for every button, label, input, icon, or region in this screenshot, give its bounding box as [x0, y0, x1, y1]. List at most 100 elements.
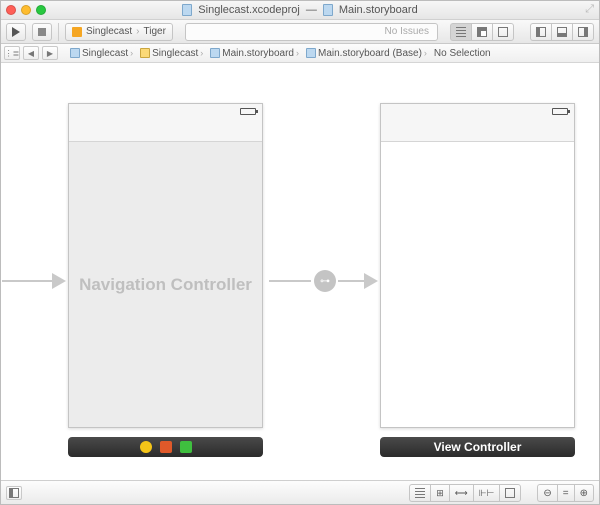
window-titlebar: Singlecast.xcodeproj — Main.storyboard ⤢ [0, 0, 600, 20]
chevron-right-icon: › [200, 48, 203, 58]
breadcrumb-file[interactable]: Main.storyboard› [208, 48, 301, 59]
zoom-actual-icon: = [563, 488, 569, 499]
toggle-utilities-button[interactable] [572, 23, 594, 41]
storyboard-canvas[interactable]: Navigation Controller ⊶ View Controller [0, 63, 600, 460]
breadcrumb-project[interactable]: Singlecast› [68, 48, 135, 59]
scheme-selector[interactable]: Singlecast › Tiger [65, 23, 173, 41]
window-title: Singlecast.xcodeproj — Main.storyboard [0, 4, 600, 16]
embed-icon [505, 488, 515, 498]
breadcrumb-label: Main.storyboard [222, 48, 294, 59]
chevron-right-icon: › [296, 48, 299, 58]
version-editor-button[interactable] [492, 23, 514, 41]
view-controller-dock[interactable]: View Controller [380, 437, 575, 457]
segue-arrow-left [269, 273, 311, 289]
zoom-in-button[interactable]: ⊕ [574, 484, 594, 502]
storyboard-file-icon [323, 4, 333, 16]
navigation-controller-placeholder: Navigation Controller [79, 275, 252, 295]
toggle-debug-area-button[interactable] [551, 23, 572, 41]
battery-icon [552, 108, 568, 115]
zoom-window-button[interactable] [36, 5, 46, 15]
resolve-issues-button[interactable]: ⟷ [449, 484, 473, 502]
go-back-button[interactable]: ◀ [23, 46, 39, 60]
breadcrumb-selection[interactable]: No Selection [432, 48, 493, 59]
arrow-head-icon [52, 273, 66, 289]
window-title-sep: — [306, 4, 317, 16]
resizing-button[interactable]: ⊩⊢ [473, 484, 500, 502]
play-icon [12, 27, 20, 37]
related-items-icon: ⋮≣ [5, 49, 20, 58]
arrow-line [269, 280, 311, 282]
file-icon [210, 48, 220, 58]
scheme-name: Singlecast [86, 26, 132, 37]
forward-icon: ▶ [47, 49, 53, 58]
go-forward-button[interactable]: ▶ [42, 46, 58, 60]
related-items-button[interactable]: ⋮≣ [4, 46, 20, 60]
file-icon [306, 48, 316, 58]
back-icon: ◀ [28, 49, 34, 58]
view-controller-scene[interactable] [380, 103, 575, 428]
exit-icon[interactable] [180, 441, 192, 453]
initial-scene-arrow[interactable] [2, 273, 66, 289]
align-icon [415, 488, 425, 498]
zoom-actual-button[interactable]: = [557, 484, 574, 502]
run-button[interactable] [6, 23, 26, 41]
pin-button[interactable]: ⊞ [430, 484, 449, 502]
project-file-icon [182, 4, 192, 16]
zoom-out-button[interactable]: ⊖ [537, 484, 556, 502]
arrow-line [338, 280, 364, 282]
folder-icon [140, 48, 150, 58]
resolve-icon: ⟷ [455, 488, 468, 499]
bottom-panel-icon [557, 27, 567, 37]
chevron-right-icon: › [424, 48, 427, 58]
chevron-right-icon: › [130, 48, 133, 58]
project-icon [70, 48, 80, 58]
left-panel-icon [536, 27, 546, 37]
breadcrumb-label: No Selection [434, 48, 491, 59]
main-toolbar: Singlecast › Tiger No Issues [0, 20, 600, 44]
pin-icon: ⊞ [436, 488, 444, 499]
document-outline-toggle[interactable] [6, 486, 22, 500]
scheme-chevron-icon: › [136, 26, 139, 37]
resizing-icon: ⊩⊢ [479, 488, 495, 499]
jump-bar: ⋮≣ ◀ ▶ Singlecast› Singlecast› Main.stor… [0, 44, 600, 63]
breadcrumb-folder[interactable]: Singlecast› [138, 48, 205, 59]
right-panel-icon [578, 27, 588, 37]
segue-arrow-right [338, 273, 378, 289]
assistant-editor-icon [477, 27, 487, 37]
scene-body: Navigation Controller [69, 142, 262, 427]
navigation-controller-scene[interactable]: Navigation Controller [68, 103, 263, 428]
stop-icon [38, 28, 46, 36]
toggle-navigator-button[interactable] [530, 23, 551, 41]
minimize-window-button[interactable] [21, 5, 31, 15]
layout-tools-group: ⊞ ⟷ ⊩⊢ [409, 484, 521, 502]
window-title-right: Main.storyboard [339, 4, 418, 16]
scheme-destination: Tiger [143, 26, 165, 37]
window-title-left: Singlecast.xcodeproj [198, 4, 300, 16]
toolbar-separator [58, 23, 59, 41]
status-text: No Issues [385, 26, 429, 37]
standard-editor-button[interactable] [450, 23, 471, 41]
zoom-in-icon: ⊕ [580, 488, 588, 499]
panel-toggle-group [530, 23, 594, 41]
activity-status-bar: No Issues [185, 23, 438, 41]
breadcrumb-label: Singlecast [82, 48, 128, 59]
scheme-app-icon [72, 27, 82, 37]
embed-button[interactable] [499, 484, 521, 502]
fullscreen-icon[interactable]: ⤢ [585, 3, 594, 16]
view-controller-dock-label: View Controller [434, 440, 522, 454]
arrow-head-icon [364, 273, 378, 289]
breadcrumb-localization[interactable]: Main.storyboard (Base)› [304, 48, 429, 59]
close-window-button[interactable] [6, 5, 16, 15]
relationship-segue[interactable]: ⊶ [314, 270, 336, 292]
scene-status-bar [69, 104, 262, 142]
breadcrumb-label: Main.storyboard (Base) [318, 48, 422, 59]
scene-owner-icon[interactable] [140, 441, 152, 453]
assistant-editor-button[interactable] [471, 23, 492, 41]
canvas-bottom-bar: ⊞ ⟷ ⊩⊢ ⊖ = ⊕ [0, 480, 600, 505]
zoom-out-icon: ⊖ [543, 488, 551, 499]
first-responder-icon[interactable] [160, 441, 172, 453]
stop-button[interactable] [32, 23, 52, 41]
align-button[interactable] [409, 484, 430, 502]
arrow-line [2, 280, 52, 282]
navigation-controller-dock[interactable] [68, 437, 263, 457]
